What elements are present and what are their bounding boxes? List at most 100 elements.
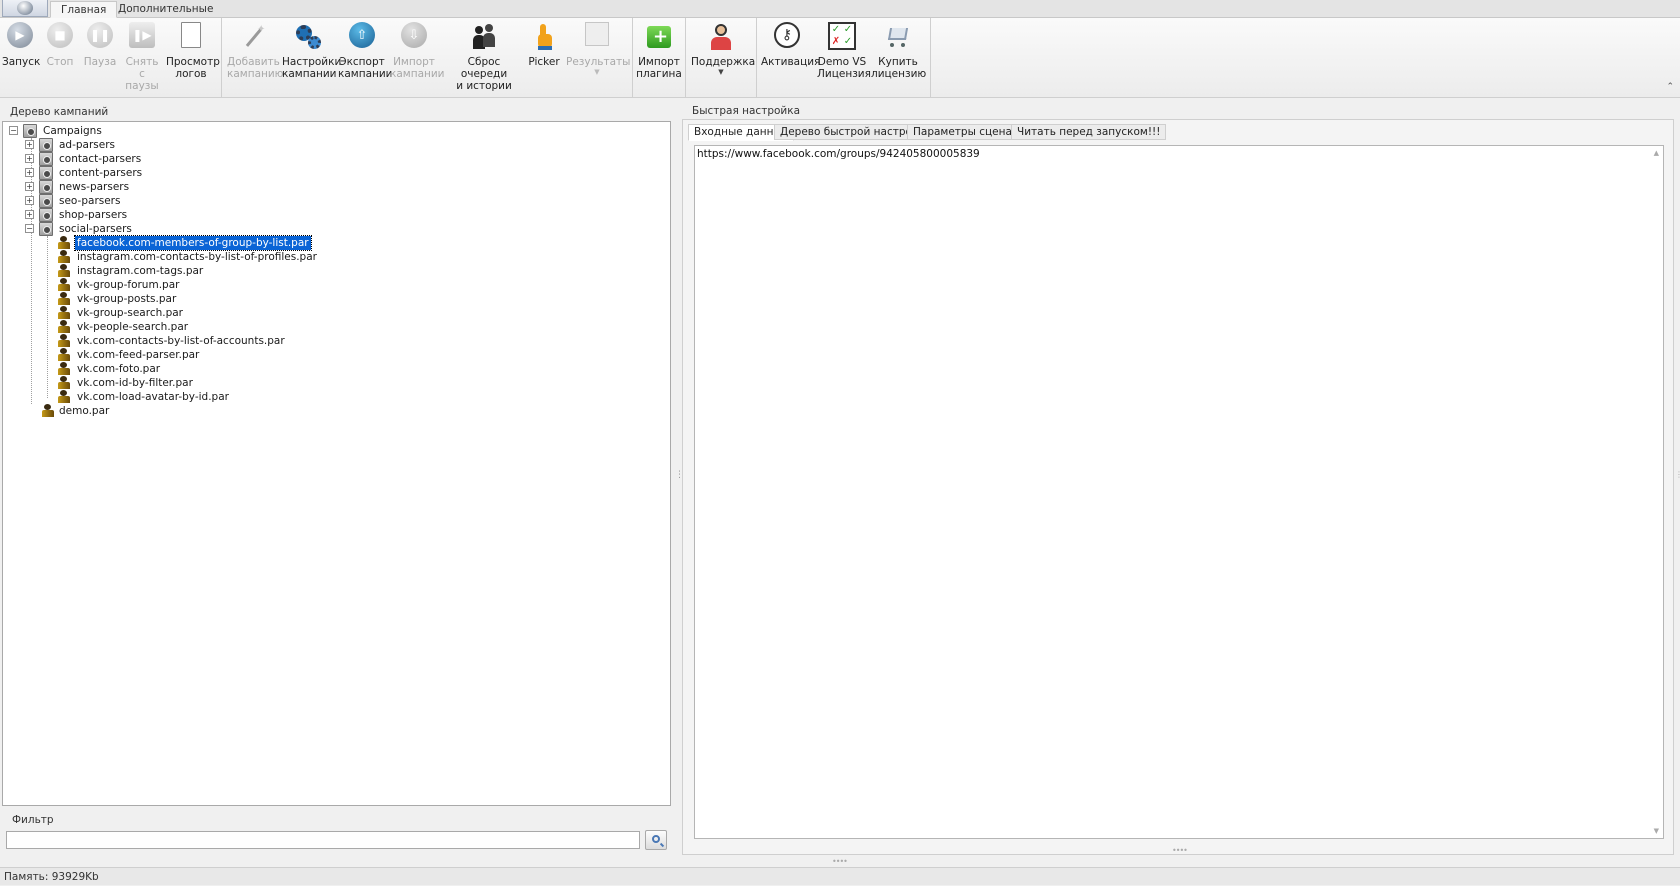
parser-file-icon — [57, 334, 71, 348]
pause-button[interactable]: ❚❚ Пауза — [82, 20, 118, 94]
import-campaign-button[interactable]: ⇩ Импорт кампании — [390, 20, 445, 94]
tree-node-label: social-parsers — [59, 223, 132, 235]
collapse-toggle-icon[interactable]: − — [25, 224, 34, 233]
filter-label: Фильтр — [12, 814, 54, 826]
tree-node-label: demo.par — [59, 405, 110, 417]
tree-node-label: shop-parsers — [59, 209, 128, 221]
stop-label: Стоп — [46, 56, 74, 68]
folder-icon — [23, 124, 37, 138]
picker-button[interactable]: Picker — [526, 20, 562, 94]
expand-toggle-icon[interactable]: + — [25, 182, 34, 191]
view-logs-button[interactable]: Просмотр логов — [166, 20, 220, 94]
parser-file-icon — [57, 390, 71, 404]
picker-label: Picker — [528, 56, 560, 68]
cart-icon — [883, 22, 913, 52]
expand-toggle-icon[interactable]: + — [25, 154, 34, 163]
stop-icon: ■ — [45, 22, 75, 52]
add-campaign-label: Добавить кампанию — [227, 56, 284, 80]
parser-file-icon — [57, 376, 71, 390]
collapse-ribbon-icon[interactable]: ⌃ — [1666, 82, 1674, 92]
log-document-icon — [176, 22, 206, 52]
pause-label: Пауза — [83, 56, 117, 68]
support-label: Поддержка — [691, 56, 756, 68]
tree-node-label: vk-group-forum.par — [77, 279, 180, 291]
scroll-down-icon[interactable]: ▼ — [1654, 827, 1659, 835]
campaign-settings-label: Настройки кампании — [282, 56, 342, 80]
tree-node-label: content-parsers — [59, 167, 143, 179]
folder-icon — [39, 194, 53, 208]
support-button[interactable]: Поддержка ▼ — [691, 20, 756, 94]
tree-node-label: vk-group-search.par — [77, 307, 183, 319]
app-menu-button[interactable] — [2, 0, 48, 17]
status-bar: Память: 93929Kb — [0, 867, 1680, 885]
gears-icon — [293, 22, 323, 52]
campaign-settings-button[interactable]: Настройки кампании — [282, 20, 342, 94]
parser-file-icon — [57, 278, 71, 292]
unpause-button[interactable]: ❚▶ Снять с паузы — [122, 20, 162, 94]
tab-additional[interactable]: Дополнительные — [108, 1, 223, 18]
splitter-grip-icon[interactable]: •••• — [832, 857, 848, 866]
expand-toggle-icon[interactable]: + — [25, 196, 34, 205]
export-campaign-label: Экспорт кампании — [338, 56, 393, 80]
folder-icon — [39, 180, 53, 194]
buy-license-label: Купить лицензию — [871, 56, 927, 80]
expand-toggle-icon[interactable]: + — [25, 210, 34, 219]
tree-connector — [31, 138, 32, 404]
tree-node-label: seo-parsers — [59, 195, 121, 207]
folder-icon — [39, 222, 53, 236]
stop-button[interactable]: ■ Стоп — [42, 20, 78, 94]
input-data-editor[interactable]: https://www.facebook.com/groups/94240580… — [694, 145, 1664, 839]
support-dropdown-icon: ▼ — [718, 68, 724, 76]
start-button[interactable]: ▶ Запуск — [2, 20, 41, 94]
parser-file-icon — [57, 362, 71, 376]
buy-license-button[interactable]: Купить лицензию — [871, 20, 927, 94]
resume-icon: ❚▶ — [127, 22, 157, 52]
parser-file-icon — [57, 348, 71, 362]
tree-node-label: vk.com-foto.par — [77, 363, 161, 375]
collapse-toggle-icon[interactable]: − — [9, 126, 18, 135]
right-edge-grip-icon[interactable]: ⋮ — [1675, 470, 1680, 479]
magic-wand-icon: ✦ — [237, 22, 267, 52]
pause-icon: ❚❚ — [85, 22, 115, 52]
support-person-icon — [706, 22, 736, 52]
results-label: Результаты — [566, 56, 631, 68]
campaign-tree-title: Дерево кампаний — [10, 106, 109, 118]
results-button[interactable]: Результаты ▼ — [566, 20, 631, 94]
people-reset-icon — [469, 22, 499, 52]
import-plugin-label: Импорт плагина — [636, 56, 682, 80]
expand-toggle-icon[interactable]: + — [25, 140, 34, 149]
ribbon-group-control: ▶ Запуск ■ Стоп ❚❚ Пауза ❚▶ Снять с пауз… — [0, 18, 222, 98]
view-logs-label: Просмотр логов — [166, 56, 220, 80]
expand-toggle-icon[interactable]: + — [25, 168, 34, 177]
filter-input[interactable] — [6, 831, 640, 849]
editor-resize-grip-icon[interactable]: •••• — [1172, 846, 1188, 855]
activation-label: Активация — [761, 56, 821, 68]
demo-vs-license-button[interactable]: ✓ ✓ ✗ ✓ Demo VS Лицензия — [817, 20, 871, 94]
start-label: Запуск — [2, 56, 41, 68]
key-icon: ⚷ — [772, 22, 802, 52]
export-campaign-button[interactable]: ⇧ Экспорт кампании — [338, 20, 393, 94]
reset-queue-label: Сброс очереди и истории — [456, 56, 512, 92]
memory-status: Память: 93929Kb — [4, 871, 99, 883]
input-data-text: https://www.facebook.com/groups/94240580… — [697, 148, 980, 160]
activation-button[interactable]: ⚷ Активация — [761, 20, 821, 94]
tree-node-label: ad-parsers — [59, 139, 116, 151]
reset-queue-button[interactable]: Сброс очереди и истории — [446, 20, 522, 94]
parser-file-icon — [57, 264, 71, 278]
import-plugin-button[interactable]: + Импорт плагина — [636, 20, 682, 94]
filter-search-button[interactable] — [645, 830, 667, 850]
tree-node-label-selected: facebook.com-members-of-group-by-list.pa… — [74, 235, 312, 251]
folder-icon — [39, 152, 53, 166]
ribbon-group-support: Поддержка ▼ — [686, 18, 757, 98]
scroll-up-icon[interactable]: ▲ — [1654, 149, 1659, 157]
tree-node-label: news-parsers — [59, 181, 130, 193]
tree-node-label: vk.com-feed-parser.par — [77, 349, 200, 361]
campaign-tree[interactable]: − Campaigns + ad-parsers + contact-parse… — [2, 121, 671, 806]
add-campaign-button[interactable]: ✦ Добавить кампанию — [227, 20, 284, 94]
folder-icon — [39, 208, 53, 222]
tree-node-label: vk.com-id-by-filter.par — [77, 377, 193, 389]
tab-read-before-start[interactable]: Читать перед запуском!!! — [1011, 124, 1167, 140]
results-dropdown-icon: ▼ — [594, 68, 600, 76]
folder-icon — [39, 138, 53, 152]
download-arrow-icon: ⇩ — [399, 22, 429, 52]
